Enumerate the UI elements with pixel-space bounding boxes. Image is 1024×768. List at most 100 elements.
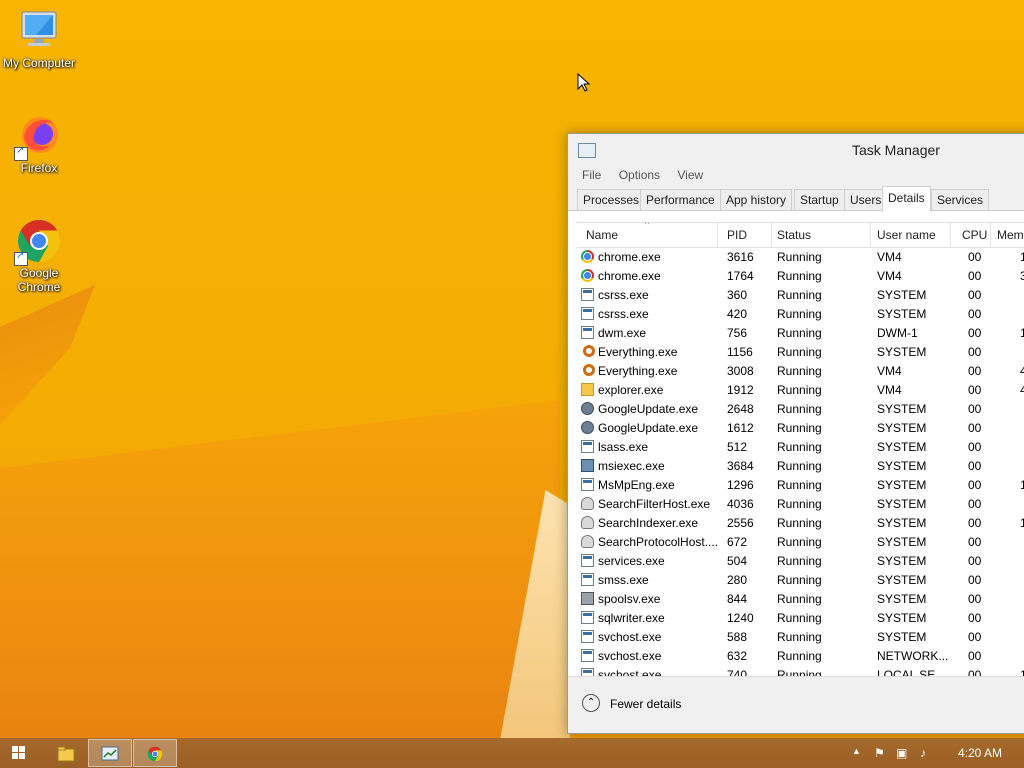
table-row[interactable]: spoolsv.exe 844 Running SYSTEM 00 <box>577 590 1024 609</box>
column-header-cpu[interactable]: CPU <box>962 228 987 242</box>
table-row[interactable]: GoogleUpdate.exe 2648 Running SYSTEM 00 <box>577 400 1024 419</box>
win-process-icon <box>581 554 594 567</box>
taskbar: ▲ ⚑ ▣ ♪ 4:20 AM <box>0 738 1024 768</box>
process-pid: 3616 <box>727 250 754 264</box>
table-row[interactable]: SearchIndexer.exe 2556 Running SYSTEM 00 1 <box>577 514 1024 533</box>
table-row[interactable]: svchost.exe 632 Running NETWORK... 00 <box>577 647 1024 666</box>
process-name: svchost.exe <box>598 649 662 663</box>
process-user: SYSTEM <box>877 288 927 302</box>
process-name: dwm.exe <box>598 326 647 340</box>
tab-startup[interactable]: Startup <box>794 189 845 211</box>
task-manager-window[interactable]: Task Manager File Options View Processes… <box>567 133 1024 734</box>
taskbar-chrome[interactable] <box>133 739 177 767</box>
chrome-process-icon <box>581 269 594 282</box>
process-pid: 3008 <box>727 364 754 378</box>
table-row[interactable]: GoogleUpdate.exe 1612 Running SYSTEM 00 <box>577 419 1024 438</box>
table-row[interactable]: sqlwriter.exe 1240 Running SYSTEM 00 <box>577 609 1024 628</box>
menu-file[interactable]: File <box>582 164 601 186</box>
column-header-user-name[interactable]: User name <box>877 228 936 242</box>
table-row[interactable]: chrome.exe 3616 Running VM4 00 1 <box>577 248 1024 267</box>
column-divider[interactable] <box>771 223 772 247</box>
system-tray: ▲ ⚑ ▣ ♪ 4:20 AM <box>844 738 1024 768</box>
taskbar-task-manager[interactable] <box>88 739 132 767</box>
column-header-name[interactable]: Name <box>586 228 618 242</box>
process-user: SYSTEM <box>877 630 927 644</box>
column-divider[interactable] <box>950 223 951 247</box>
process-status: Running <box>777 269 822 283</box>
start-button[interactable] <box>0 739 44 767</box>
process-cpu: 00 <box>968 250 982 264</box>
column-divider[interactable] <box>870 223 871 247</box>
clock[interactable]: 4:20 AM <box>958 746 1002 760</box>
column-header-status[interactable]: Status <box>777 228 811 242</box>
table-body: chrome.exe 3616 Running VM4 00 1 chrome.exe 176… <box>577 248 1024 678</box>
table-row[interactable]: csrss.exe 420 Running SYSTEM 00 <box>577 305 1024 324</box>
process-name: chrome.exe <box>598 250 661 264</box>
table-row[interactable]: services.exe 504 Running SYSTEM 00 <box>577 552 1024 571</box>
process-status: Running <box>777 421 822 435</box>
table-row[interactable]: SearchProtocolHost.... 672 Running SYSTEM 00 <box>577 533 1024 552</box>
process-cpu: 00 <box>968 269 982 283</box>
column-divider[interactable] <box>717 223 718 247</box>
task-manager-icon <box>578 143 596 158</box>
firefox-icon <box>14 113 62 161</box>
table-row[interactable]: smss.exe 280 Running SYSTEM 00 <box>577 571 1024 590</box>
win-process-icon <box>581 573 594 586</box>
title-bar[interactable]: Task Manager <box>568 134 1024 164</box>
sort-arrow-icon: ^ <box>645 222 650 229</box>
process-user: SYSTEM <box>877 573 927 587</box>
tab-services[interactable]: Services <box>931 189 990 211</box>
process-name: MsMpEng.exe <box>598 478 675 492</box>
process-cpu: 00 <box>968 649 982 663</box>
table-row[interactable]: lsass.exe 512 Running SYSTEM 00 <box>577 438 1024 457</box>
process-pid: 512 <box>727 440 748 454</box>
taskbar-file-explorer[interactable] <box>44 739 88 767</box>
table-row[interactable]: chrome.exe 1764 Running VM4 00 3 <box>577 267 1024 286</box>
table-row[interactable]: SearchFilterHost.exe 4036 Running SYSTEM 00 <box>577 495 1024 514</box>
process-name: GoogleUpdate.exe <box>598 402 699 416</box>
table-row[interactable]: Everything.exe 3008 Running VM4 00 4 <box>577 362 1024 381</box>
process-memory: 1 <box>1020 478 1024 492</box>
desktop-icon-firefox[interactable]: Firefox <box>1 113 77 175</box>
network-icon[interactable]: ▣ <box>896 746 907 760</box>
table-row[interactable]: MsMpEng.exe 1296 Running SYSTEM 00 1 <box>577 476 1024 495</box>
menu-view[interactable]: View <box>677 164 703 186</box>
tab-processes[interactable]: Processes <box>577 189 646 211</box>
tab-details[interactable]: Details <box>882 186 931 212</box>
tab-performance[interactable]: Performance <box>640 189 721 211</box>
process-cpu: 00 <box>968 535 982 549</box>
volume-muted-icon[interactable]: ♪ <box>920 746 926 760</box>
key-process-icon <box>583 364 595 376</box>
process-cpu: 00 <box>968 497 982 511</box>
table-row[interactable]: Everything.exe 1156 Running SYSTEM 00 <box>577 343 1024 362</box>
process-pid: 672 <box>727 535 748 549</box>
gear-process-icon <box>581 402 594 415</box>
process-user: VM4 <box>877 250 902 264</box>
column-divider[interactable] <box>990 223 991 247</box>
tab-app-history[interactable]: App history <box>720 189 793 211</box>
process-pid: 1612 <box>727 421 754 435</box>
process-memory: 1 <box>1020 326 1024 340</box>
show-hidden-icons-icon[interactable]: ▲ <box>852 746 861 756</box>
process-user: SYSTEM <box>877 554 927 568</box>
desktop-icon-google-chrome[interactable]: Google Chrome <box>1 218 77 294</box>
process-name: csrss.exe <box>598 307 649 321</box>
process-name: svchost.exe <box>598 630 662 644</box>
process-name: sqlwriter.exe <box>598 611 665 625</box>
chrome-icon <box>147 746 163 762</box>
table-row[interactable]: csrss.exe 360 Running SYSTEM 00 <box>577 286 1024 305</box>
column-header-memory[interactable]: Mem <box>997 228 1024 242</box>
desktop-icon-my-computer[interactable]: My Computer <box>1 8 77 70</box>
column-header-pid[interactable]: PID <box>727 228 747 242</box>
process-cpu: 00 <box>968 326 982 340</box>
fewer-details-button[interactable]: ⌃ Fewer details <box>582 693 681 715</box>
menu-options[interactable]: Options <box>619 164 660 186</box>
process-pid: 4036 <box>727 497 754 511</box>
action-center-flag-icon[interactable]: ⚑ <box>874 746 885 760</box>
table-row[interactable]: dwm.exe 756 Running DWM-1 00 1 <box>577 324 1024 343</box>
tab-users[interactable]: Users <box>844 189 888 211</box>
process-name: GoogleUpdate.exe <box>598 421 699 435</box>
table-row[interactable]: msiexec.exe 3684 Running SYSTEM 00 <box>577 457 1024 476</box>
table-row[interactable]: explorer.exe 1912 Running VM4 00 4 <box>577 381 1024 400</box>
table-row[interactable]: svchost.exe 588 Running SYSTEM 00 <box>577 628 1024 647</box>
